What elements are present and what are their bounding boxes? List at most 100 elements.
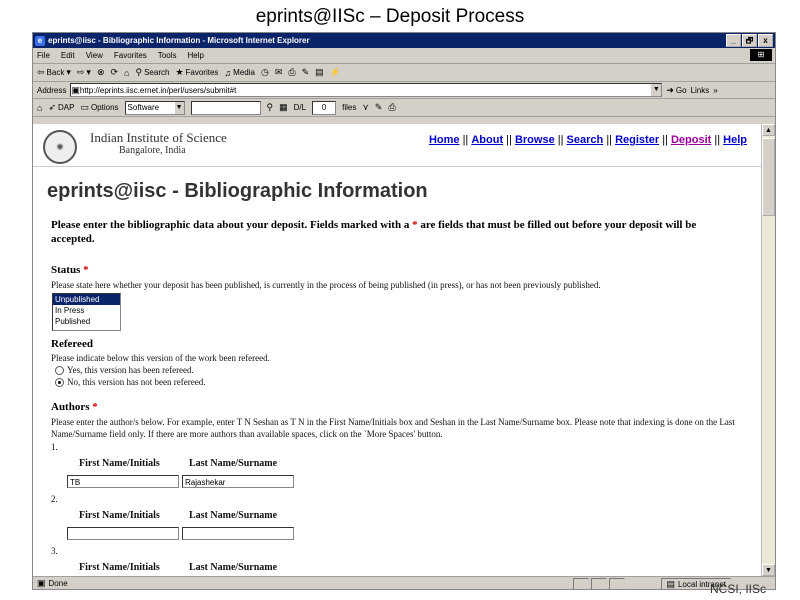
scroll-thumb[interactable] <box>762 138 775 216</box>
browser-window: e eprints@iisc - Bibliographic Informati… <box>32 32 776 590</box>
links-button[interactable]: Links <box>691 86 710 95</box>
toolbar-search-input[interactable] <box>190 100 261 115</box>
window-titlebar: e eprints@iisc - Bibliographic Informati… <box>33 33 775 48</box>
discuss-icon[interactable]: ▤ <box>315 67 324 78</box>
window-title: eprints@iisc - Bibliographic Information… <box>48 36 310 45</box>
status-option-in-press[interactable]: In Press <box>53 305 120 316</box>
back-button[interactable]: ⇦ Back ▾ <box>37 67 71 78</box>
nav-home[interactable]: Home <box>429 134 460 146</box>
nav-search[interactable]: Search <box>567 134 604 146</box>
address-input[interactable]: ▣ http://eprints.iisc.ernet.in/perl/user… <box>70 83 663 97</box>
status-listbox[interactable]: Unpublished In Press Published <box>52 293 121 331</box>
dap-button[interactable]: ➶ DAP <box>48 102 74 113</box>
grid-icon[interactable]: ▦ <box>279 102 288 113</box>
refereed-help: Please indicate below this version of th… <box>51 353 270 363</box>
printer-icon[interactable]: ⎙ <box>388 102 395 113</box>
files-label: files <box>342 103 357 112</box>
search-button[interactable]: ⚲ Search <box>135 67 169 78</box>
pencil-icon[interactable]: ✎ <box>375 102 383 113</box>
nav-help[interactable]: Help <box>723 134 747 146</box>
iisc-seal-icon: ✺ <box>43 130 77 164</box>
first-name-header: First Name/Initials <box>79 458 160 469</box>
standard-toolbar: ⇦ Back ▾ ⇨ ▾ ⊗ ⟳ ⌂ ⚲ Search ★ Favorites ♫ Medi… <box>33 64 775 82</box>
go-arrow-icon: ➜ <box>666 84 674 95</box>
edit-icon[interactable]: ✎ <box>302 67 310 78</box>
author2-first-input[interactable] <box>67 527 179 540</box>
minimize-button[interactable]: _ <box>726 34 741 47</box>
nav-register[interactable]: Register <box>615 134 659 146</box>
menu-bar: File Edit View Favorites Tools Help ⊞ <box>33 48 775 64</box>
status-bar: ▣ Done ▤ Local intranet <box>33 576 775 589</box>
address-url: http://eprints.iisc.ernet.in/perl/users/… <box>79 85 237 95</box>
mail-icon[interactable]: ✉ <box>275 67 283 78</box>
page-content: ✺ Indian Institute of Science Bangalore,… <box>33 124 761 576</box>
magnifier-icon[interactable]: ⚲ <box>267 102 274 113</box>
author-number: 3. <box>51 546 58 556</box>
authors-help: Please enter the author/s below. For exa… <box>51 417 735 439</box>
author1-last-input[interactable]: Rajashekar <box>182 475 294 488</box>
first-name-header: First Name/Initials <box>79 562 160 573</box>
status-cell <box>609 578 625 589</box>
author2-last-input[interactable] <box>182 527 294 540</box>
software-select[interactable]: Software ▼ <box>124 100 185 115</box>
favorites-icon: ★ <box>175 67 184 77</box>
chevron-down-icon[interactable]: ▼ <box>651 84 662 96</box>
scroll-down-icon[interactable]: ▼ <box>762 564 775 576</box>
last-name-header: Last Name/Surname <box>189 562 278 573</box>
menu-view[interactable]: View <box>86 51 103 60</box>
institute-name: Indian Institute of Science <box>90 130 227 145</box>
address-label: Address <box>37 85 67 95</box>
menu-help[interactable]: Help <box>187 51 203 60</box>
vertical-scrollbar[interactable]: ▲ ▼ <box>761 124 775 576</box>
media-button[interactable]: ♫ Media <box>224 68 255 78</box>
page-title: eprints@iisc - Bibliographic Information <box>47 180 428 202</box>
menu-tools[interactable]: Tools <box>158 51 177 60</box>
nav-about[interactable]: About <box>471 134 503 146</box>
home-small-icon[interactable]: ⌂ <box>37 103 42 113</box>
messenger-icon[interactable]: ⚡ <box>330 67 341 78</box>
nav-deposit[interactable]: Deposit <box>671 134 711 146</box>
close-button[interactable]: x <box>758 34 773 47</box>
status-heading: Status * <box>51 264 89 276</box>
refereed-yes-radio[interactable]: Yes, this version has been refereed. <box>55 365 194 375</box>
radio-icon[interactable] <box>55 365 64 375</box>
menu-file[interactable]: File <box>37 51 50 60</box>
status-cell <box>591 578 607 589</box>
chevron-down-icon: ▼ <box>174 101 184 114</box>
options-icon: ▭ <box>80 102 89 112</box>
maximize-button[interactable]: 🗗 <box>742 34 757 47</box>
authors-heading: Authors * <box>51 401 98 413</box>
page-icon: ▣ <box>71 84 80 95</box>
chevron-right-icon[interactable]: » <box>713 86 717 95</box>
nav-browse[interactable]: Browse <box>515 134 555 146</box>
footer-label: NCSI, IISc <box>709 582 766 596</box>
status-option-unpublished[interactable]: Unpublished <box>53 294 120 305</box>
go-button[interactable]: ➜ Go <box>666 85 686 96</box>
home-icon[interactable]: ⌂ <box>124 68 129 78</box>
status-text: Done <box>48 578 68 588</box>
media-icon: ♫ <box>224 67 232 78</box>
options-button[interactable]: ▭ Options <box>80 102 118 113</box>
stop-icon[interactable]: ⊗ <box>97 67 105 78</box>
author-number: 1. <box>51 442 58 452</box>
print-icon[interactable]: ⎙ <box>288 67 295 78</box>
refereed-no-radio[interactable]: No, this version has not been refereed. <box>55 377 205 387</box>
menu-favorites[interactable]: Favorites <box>114 51 147 60</box>
forward-button[interactable]: ⇨ ▾ <box>77 67 91 78</box>
author-number: 2. <box>51 494 58 504</box>
author1-first-input[interactable]: TB <box>67 475 179 488</box>
last-name-header: Last Name/Surname <box>189 458 278 469</box>
intranet-icon: ▤ <box>666 578 675 589</box>
filter-icon[interactable]: ⋎ <box>362 102 369 113</box>
menu-edit[interactable]: Edit <box>61 51 75 60</box>
radio-checked-icon[interactable] <box>55 377 64 387</box>
scroll-up-icon[interactable]: ▲ <box>762 124 775 136</box>
refresh-icon[interactable]: ⟳ <box>111 67 119 78</box>
status-help: Please state here whether your deposit h… <box>51 280 601 290</box>
status-option-published[interactable]: Published <box>53 316 120 327</box>
site-header: ✺ Indian Institute of Science Bangalore,… <box>33 124 761 167</box>
history-icon[interactable]: ◷ <box>261 67 269 78</box>
institute-location: Bangalore, India <box>119 145 186 156</box>
favorites-button[interactable]: ★ Favorites <box>175 67 218 78</box>
dap-icon: ➶ <box>48 102 56 112</box>
